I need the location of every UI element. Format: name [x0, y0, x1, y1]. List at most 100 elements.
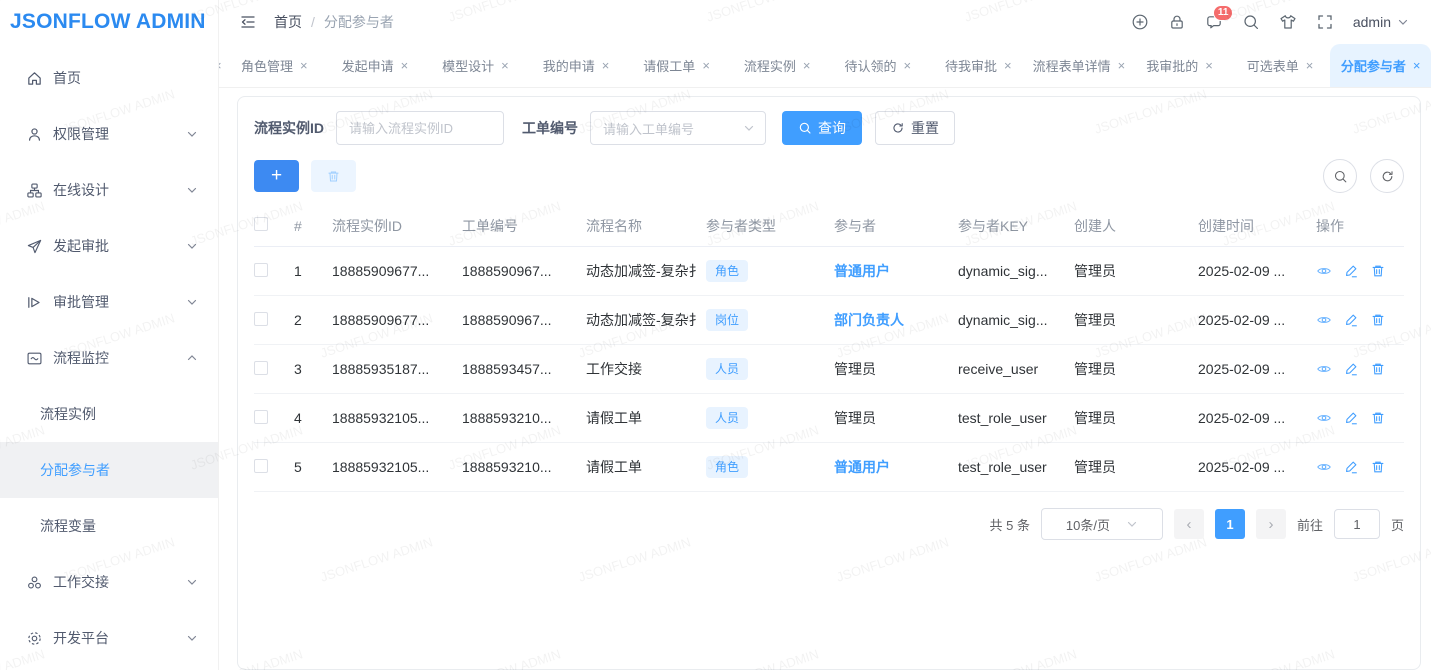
close-icon[interactable]: ×	[1004, 58, 1012, 73]
search-icon[interactable]	[1242, 13, 1260, 31]
tab-awaiting-my-approval[interactable]: 待我审批×	[928, 44, 1029, 87]
tab-model-design[interactable]: 模型设计×	[425, 44, 526, 87]
edit-icon[interactable]	[1343, 312, 1359, 328]
col-index: #	[294, 218, 332, 234]
menu-fold-icon[interactable]	[239, 13, 257, 31]
select-all-checkbox[interactable]	[254, 217, 268, 231]
page-size-select[interactable]: 10条/页	[1041, 508, 1163, 540]
tab-selectable-forms[interactable]: 可选表单×	[1230, 44, 1331, 87]
cell-order-no: 1888593210...	[462, 410, 586, 426]
tab-leave-order[interactable]: 请假工单×	[626, 44, 727, 87]
table-refresh-button[interactable]	[1370, 159, 1404, 193]
lock-icon[interactable]	[1168, 13, 1186, 31]
row-checkbox[interactable]	[254, 263, 268, 277]
instance-id-input[interactable]	[336, 111, 504, 145]
reset-button[interactable]: 重置	[875, 111, 955, 145]
view-icon[interactable]	[1316, 312, 1332, 328]
participant-link[interactable]: 部门负责人	[834, 312, 904, 328]
sidebar-item-dev-platform[interactable]: 开发平台	[0, 610, 218, 666]
view-icon[interactable]	[1316, 410, 1332, 426]
tab-process-form-detail[interactable]: 流程表单详情×	[1029, 44, 1130, 87]
tab-role-management[interactable]: 角色管理×	[224, 44, 325, 87]
delete-icon[interactable]	[1370, 410, 1386, 426]
close-icon[interactable]: ×	[1205, 58, 1213, 73]
user-dropdown[interactable]: admin	[1353, 14, 1409, 30]
sidebar-subitem-assign-participant[interactable]: 分配参与者	[0, 442, 218, 498]
delete-icon[interactable]	[1370, 312, 1386, 328]
tab-assign-participant[interactable]: 分配参与者×	[1330, 44, 1431, 87]
edit-icon[interactable]	[1343, 459, 1359, 475]
close-icon[interactable]: ×	[903, 58, 911, 73]
sidebar-item-approval-management[interactable]: 审批管理	[0, 274, 218, 330]
participant-type-tag: 人员	[706, 358, 748, 380]
table-search-button[interactable]	[1323, 159, 1357, 193]
batch-delete-button[interactable]	[311, 160, 356, 192]
goto-unit-label: 页	[1391, 515, 1404, 534]
sidebar-item-label: 审批管理	[53, 292, 109, 312]
goto-page-input[interactable]	[1334, 509, 1380, 539]
tab-label: 流程实例	[744, 56, 796, 75]
cell-participant-key: receive_user	[958, 361, 1074, 377]
view-icon[interactable]	[1316, 263, 1332, 279]
order-no-select[interactable]: 请输入工单编号	[590, 111, 766, 145]
sidebar-item-online-design[interactable]: 在线设计	[0, 162, 218, 218]
participant-link[interactable]: 普通用户	[834, 459, 890, 475]
sidebar-item-work-handover[interactable]: 工作交接	[0, 554, 218, 610]
prev-page-button[interactable]: ‹	[1174, 509, 1204, 539]
tab-to-claim[interactable]: 待认领的 ×	[827, 44, 928, 87]
sidebar: JSONFLOW ADMIN 首页 权限管理 在线设计 发起审批	[0, 0, 219, 670]
add-button[interactable]: +	[254, 160, 299, 192]
delete-icon[interactable]	[1370, 361, 1386, 377]
row-checkbox[interactable]	[254, 459, 268, 473]
cell-instance-id: 18885909677...	[332, 312, 462, 328]
tab-approved-by-me[interactable]: 我审批的×	[1129, 44, 1230, 87]
plus-circle-icon[interactable]	[1131, 13, 1149, 31]
participant-link[interactable]: 普通用户	[834, 263, 890, 279]
tab-label: 待认领的	[844, 56, 896, 75]
close-icon[interactable]: ×	[602, 58, 610, 73]
close-icon[interactable]: ×	[1118, 58, 1126, 73]
next-page-button[interactable]: ›	[1256, 509, 1286, 539]
theme-icon[interactable]	[1279, 13, 1297, 31]
gear-icon	[26, 630, 43, 647]
sidebar-subitem-process-instance[interactable]: 流程实例	[0, 386, 218, 442]
close-icon[interactable]: ×	[702, 58, 710, 73]
query-button[interactable]: 查询	[782, 111, 862, 145]
view-icon[interactable]	[1316, 361, 1332, 377]
data-table: # 流程实例ID 工单编号 流程名称 参与者类型 参与者 参与者KEY 创建人 …	[254, 205, 1404, 492]
participant-type-tag: 角色	[706, 456, 748, 478]
search-form: 流程实例ID 工单编号 请输入工单编号 查询 重置	[254, 111, 1404, 145]
row-checkbox[interactable]	[254, 361, 268, 375]
cell-order-no: 1888590967...	[462, 312, 586, 328]
sidebar-item-process-monitor[interactable]: 流程监控	[0, 330, 218, 386]
fullscreen-icon[interactable]	[1316, 13, 1334, 31]
tab-process-instance[interactable]: 流程实例 ×	[727, 44, 828, 87]
close-icon[interactable]: ×	[803, 58, 811, 73]
view-icon[interactable]	[1316, 459, 1332, 475]
edit-icon[interactable]	[1343, 410, 1359, 426]
delete-icon[interactable]	[1370, 459, 1386, 475]
edit-icon[interactable]	[1343, 361, 1359, 377]
cell-participant: 管理员	[834, 408, 958, 428]
delete-icon[interactable]	[1370, 263, 1386, 279]
close-icon[interactable]: ×	[401, 58, 409, 73]
row-checkbox[interactable]	[254, 410, 268, 424]
sidebar-item-home[interactable]: 首页	[0, 50, 218, 106]
tab-my-requests[interactable]: 我的申请×	[526, 44, 627, 87]
breadcrumb-home[interactable]: 首页	[274, 12, 302, 32]
close-icon[interactable]: ×	[1306, 58, 1314, 73]
close-icon[interactable]: ×	[501, 58, 509, 73]
close-icon[interactable]: ×	[300, 58, 308, 73]
sidebar-item-initiate-approval[interactable]: 发起审批	[0, 218, 218, 274]
close-icon[interactable]: ×	[1413, 58, 1421, 73]
chevron-down-icon	[1397, 16, 1409, 28]
message-icon[interactable]: 11	[1205, 13, 1223, 31]
sidebar-subitem-process-variable[interactable]: 流程变量	[0, 498, 218, 554]
edit-icon[interactable]	[1343, 263, 1359, 279]
row-checkbox[interactable]	[254, 312, 268, 326]
sidebar-item-permissions[interactable]: 权限管理	[0, 106, 218, 162]
cell-creator: 管理员	[1074, 408, 1198, 428]
cell-created-time: 2025-02-09 ...	[1198, 410, 1316, 426]
page-number-button[interactable]: 1	[1215, 509, 1245, 539]
tab-initiate-request[interactable]: 发起申请×	[325, 44, 426, 87]
